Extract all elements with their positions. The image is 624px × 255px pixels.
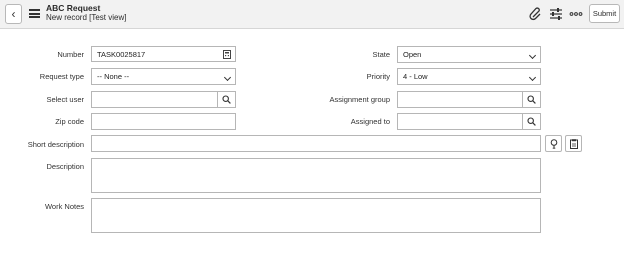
description-label: Description [46, 162, 84, 171]
chevron-left-icon: ‹ [11, 7, 16, 21]
state-select[interactable]: Open [397, 46, 541, 63]
request-type-value: -- None -- [97, 72, 130, 81]
number-value: TASK0025817 [97, 49, 146, 59]
calculator-icon[interactable] [223, 50, 231, 59]
request-type-select[interactable]: -- None -- [91, 68, 236, 85]
back-button[interactable]: ‹ [5, 4, 22, 24]
number-label: Number [57, 50, 84, 59]
description-textarea[interactable] [91, 158, 541, 193]
request-type-label: Request type [39, 72, 84, 81]
lightbulb-icon [550, 138, 557, 149]
select-user-input[interactable] [91, 91, 218, 108]
assignment-group-label: Assignment group [329, 95, 390, 104]
priority-value: 4 - Low [403, 72, 428, 81]
priority-select[interactable]: 4 - Low [397, 68, 541, 85]
state-value: Open [403, 50, 422, 59]
assigned-to-input[interactable] [397, 113, 523, 130]
short-description-label: Short description [27, 140, 84, 149]
sliders-icon[interactable] [549, 7, 563, 21]
number-field[interactable]: TASK0025817 [91, 46, 236, 62]
form-header: ‹ ABC Request New record [Test view] Sub… [0, 0, 624, 29]
select-user-label: Select user [46, 95, 84, 104]
search-icon [527, 95, 536, 104]
short-description-input[interactable] [91, 135, 541, 152]
assigned-to-label: Assigned to [350, 117, 390, 126]
select-user-search-button[interactable] [217, 91, 236, 108]
state-label: State [372, 50, 390, 59]
hamburger-menu-icon[interactable] [29, 9, 40, 18]
suggestion-button[interactable] [545, 135, 562, 152]
form-title: ABC Request [46, 3, 101, 13]
work-notes-label: Work Notes [44, 202, 84, 211]
clipboard-icon [569, 138, 578, 149]
zip-code-label: Zip code [55, 117, 84, 126]
assigned-to-search-button[interactable] [522, 113, 541, 130]
record-title: ABC Request New record [Test view] [46, 3, 126, 23]
form-subtitle: New record [Test view] [46, 13, 127, 22]
search-icon [527, 117, 536, 126]
search-icon [222, 95, 231, 104]
template-button[interactable] [565, 135, 582, 152]
paperclip-icon[interactable] [529, 7, 543, 21]
assignment-group-input[interactable] [397, 91, 523, 108]
more-options-icon[interactable] [569, 7, 583, 21]
zip-code-input[interactable] [91, 113, 236, 130]
assignment-group-search-button[interactable] [522, 91, 541, 108]
priority-label: Priority [366, 72, 390, 81]
work-notes-textarea[interactable] [91, 198, 541, 233]
submit-button[interactable]: Submit [589, 4, 620, 23]
